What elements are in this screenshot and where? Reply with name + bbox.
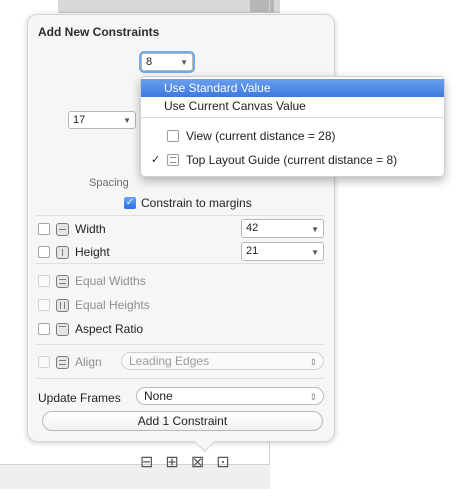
equal-widths-icon (56, 274, 69, 288)
aspect-ratio-checkbox[interactable] (38, 323, 50, 335)
height-value: 21 (246, 245, 259, 257)
view-distance-label: View (current distance = 28) (186, 129, 336, 143)
checkmark-icon: ✓ (151, 154, 161, 166)
chevron-down-icon[interactable]: ▼ (123, 113, 131, 129)
align-icon (56, 355, 69, 369)
spacing-label: Spacing (89, 177, 129, 189)
equal-heights-checkbox[interactable] (38, 299, 50, 311)
menu-item-use-current-canvas-value[interactable]: Use Current Canvas Value (141, 97, 444, 115)
align-type-value: Leading Edges (129, 354, 210, 368)
divider (35, 215, 325, 216)
equal-heights-row[interactable]: Equal Heights (38, 298, 150, 312)
width-value-field[interactable]: 42 ▼ (241, 219, 324, 238)
pin-icon[interactable]: ⊞ (165, 452, 178, 472)
aspect-ratio-row[interactable]: Aspect Ratio (38, 322, 143, 336)
top-spacing-value: 8 (146, 56, 153, 68)
width-value: 42 (246, 222, 259, 234)
view-icon (167, 130, 179, 142)
canvas-strip-dark (250, 0, 274, 13)
menu-item-use-standard-value[interactable]: Use Standard Value (141, 79, 444, 97)
resolve-icon[interactable]: ⊠ (191, 452, 204, 472)
checkbox-checked-icon[interactable]: ✓ (124, 197, 136, 209)
align-checkbox[interactable] (38, 356, 50, 368)
left-spacing-value: 17 (73, 114, 86, 126)
width-label: Width (75, 222, 106, 236)
chevron-down-icon[interactable]: ▼ (311, 222, 319, 238)
stepper-icon: ⇕ (309, 392, 317, 402)
menu-item-view-distance[interactable]: View (current distance = 28) (141, 127, 444, 145)
equal-widths-label: Equal Widths (75, 274, 146, 288)
equal-widths-row[interactable]: Equal Widths (38, 274, 146, 288)
constrain-to-margins-row[interactable]: ✓ Constrain to margins (124, 196, 252, 210)
height-value-field[interactable]: 21 ▼ (241, 242, 324, 261)
height-label: Height (75, 245, 110, 259)
spacing-value-menu: Use Standard Value Use Current Canvas Va… (140, 76, 445, 177)
stepper-icon: ⇕ (309, 357, 317, 367)
width-constraint-row[interactable]: Width (38, 222, 106, 236)
divider (35, 263, 325, 264)
update-frames-value: None (144, 389, 173, 403)
top-spacing-field[interactable]: 8 ▼ (141, 53, 193, 71)
divider (35, 344, 325, 345)
layout-guide-icon (167, 154, 179, 166)
menu-divider (141, 117, 444, 118)
chevron-down-icon[interactable]: ▼ (311, 245, 319, 261)
align-icon[interactable]: ⊟ (140, 452, 153, 472)
resize-icon[interactable]: ⊡ (216, 452, 229, 472)
height-icon (56, 245, 69, 259)
equal-heights-label: Equal Heights (75, 298, 150, 312)
canvas-strip (58, 0, 280, 13)
add-constraint-button[interactable]: Add 1 Constraint (42, 411, 323, 431)
equal-widths-checkbox[interactable] (38, 275, 50, 287)
aspect-ratio-label: Aspect Ratio (75, 322, 144, 336)
chevron-down-icon[interactable]: ▼ (180, 55, 188, 71)
layout-tools: ⊟ ⊞ ⊠ ⊡ (140, 452, 230, 472)
update-frames-select[interactable]: None ⇕ (136, 387, 324, 405)
height-constraint-row[interactable]: Height (38, 245, 110, 259)
update-frames-label: Update Frames (38, 391, 121, 405)
equal-heights-icon (56, 298, 69, 312)
menu-item-top-layout-guide[interactable]: ✓ Top Layout Guide (current distance = 8… (141, 151, 444, 169)
width-icon (56, 222, 69, 236)
align-label: Align (75, 355, 102, 369)
divider (35, 378, 325, 379)
top-layout-guide-label: Top Layout Guide (current distance = 8) (186, 153, 398, 167)
align-type-select[interactable]: Leading Edges ⇕ (121, 352, 324, 370)
left-spacing-field[interactable]: 17 ▼ (68, 111, 136, 129)
aspect-ratio-icon (56, 322, 69, 336)
width-checkbox[interactable] (38, 223, 50, 235)
popover-arrow (193, 430, 216, 453)
constrain-to-margins-label: Constrain to margins (141, 196, 252, 210)
height-checkbox[interactable] (38, 246, 50, 258)
popover-title: Add New Constraints (38, 25, 160, 39)
align-row[interactable]: Align (38, 355, 102, 369)
